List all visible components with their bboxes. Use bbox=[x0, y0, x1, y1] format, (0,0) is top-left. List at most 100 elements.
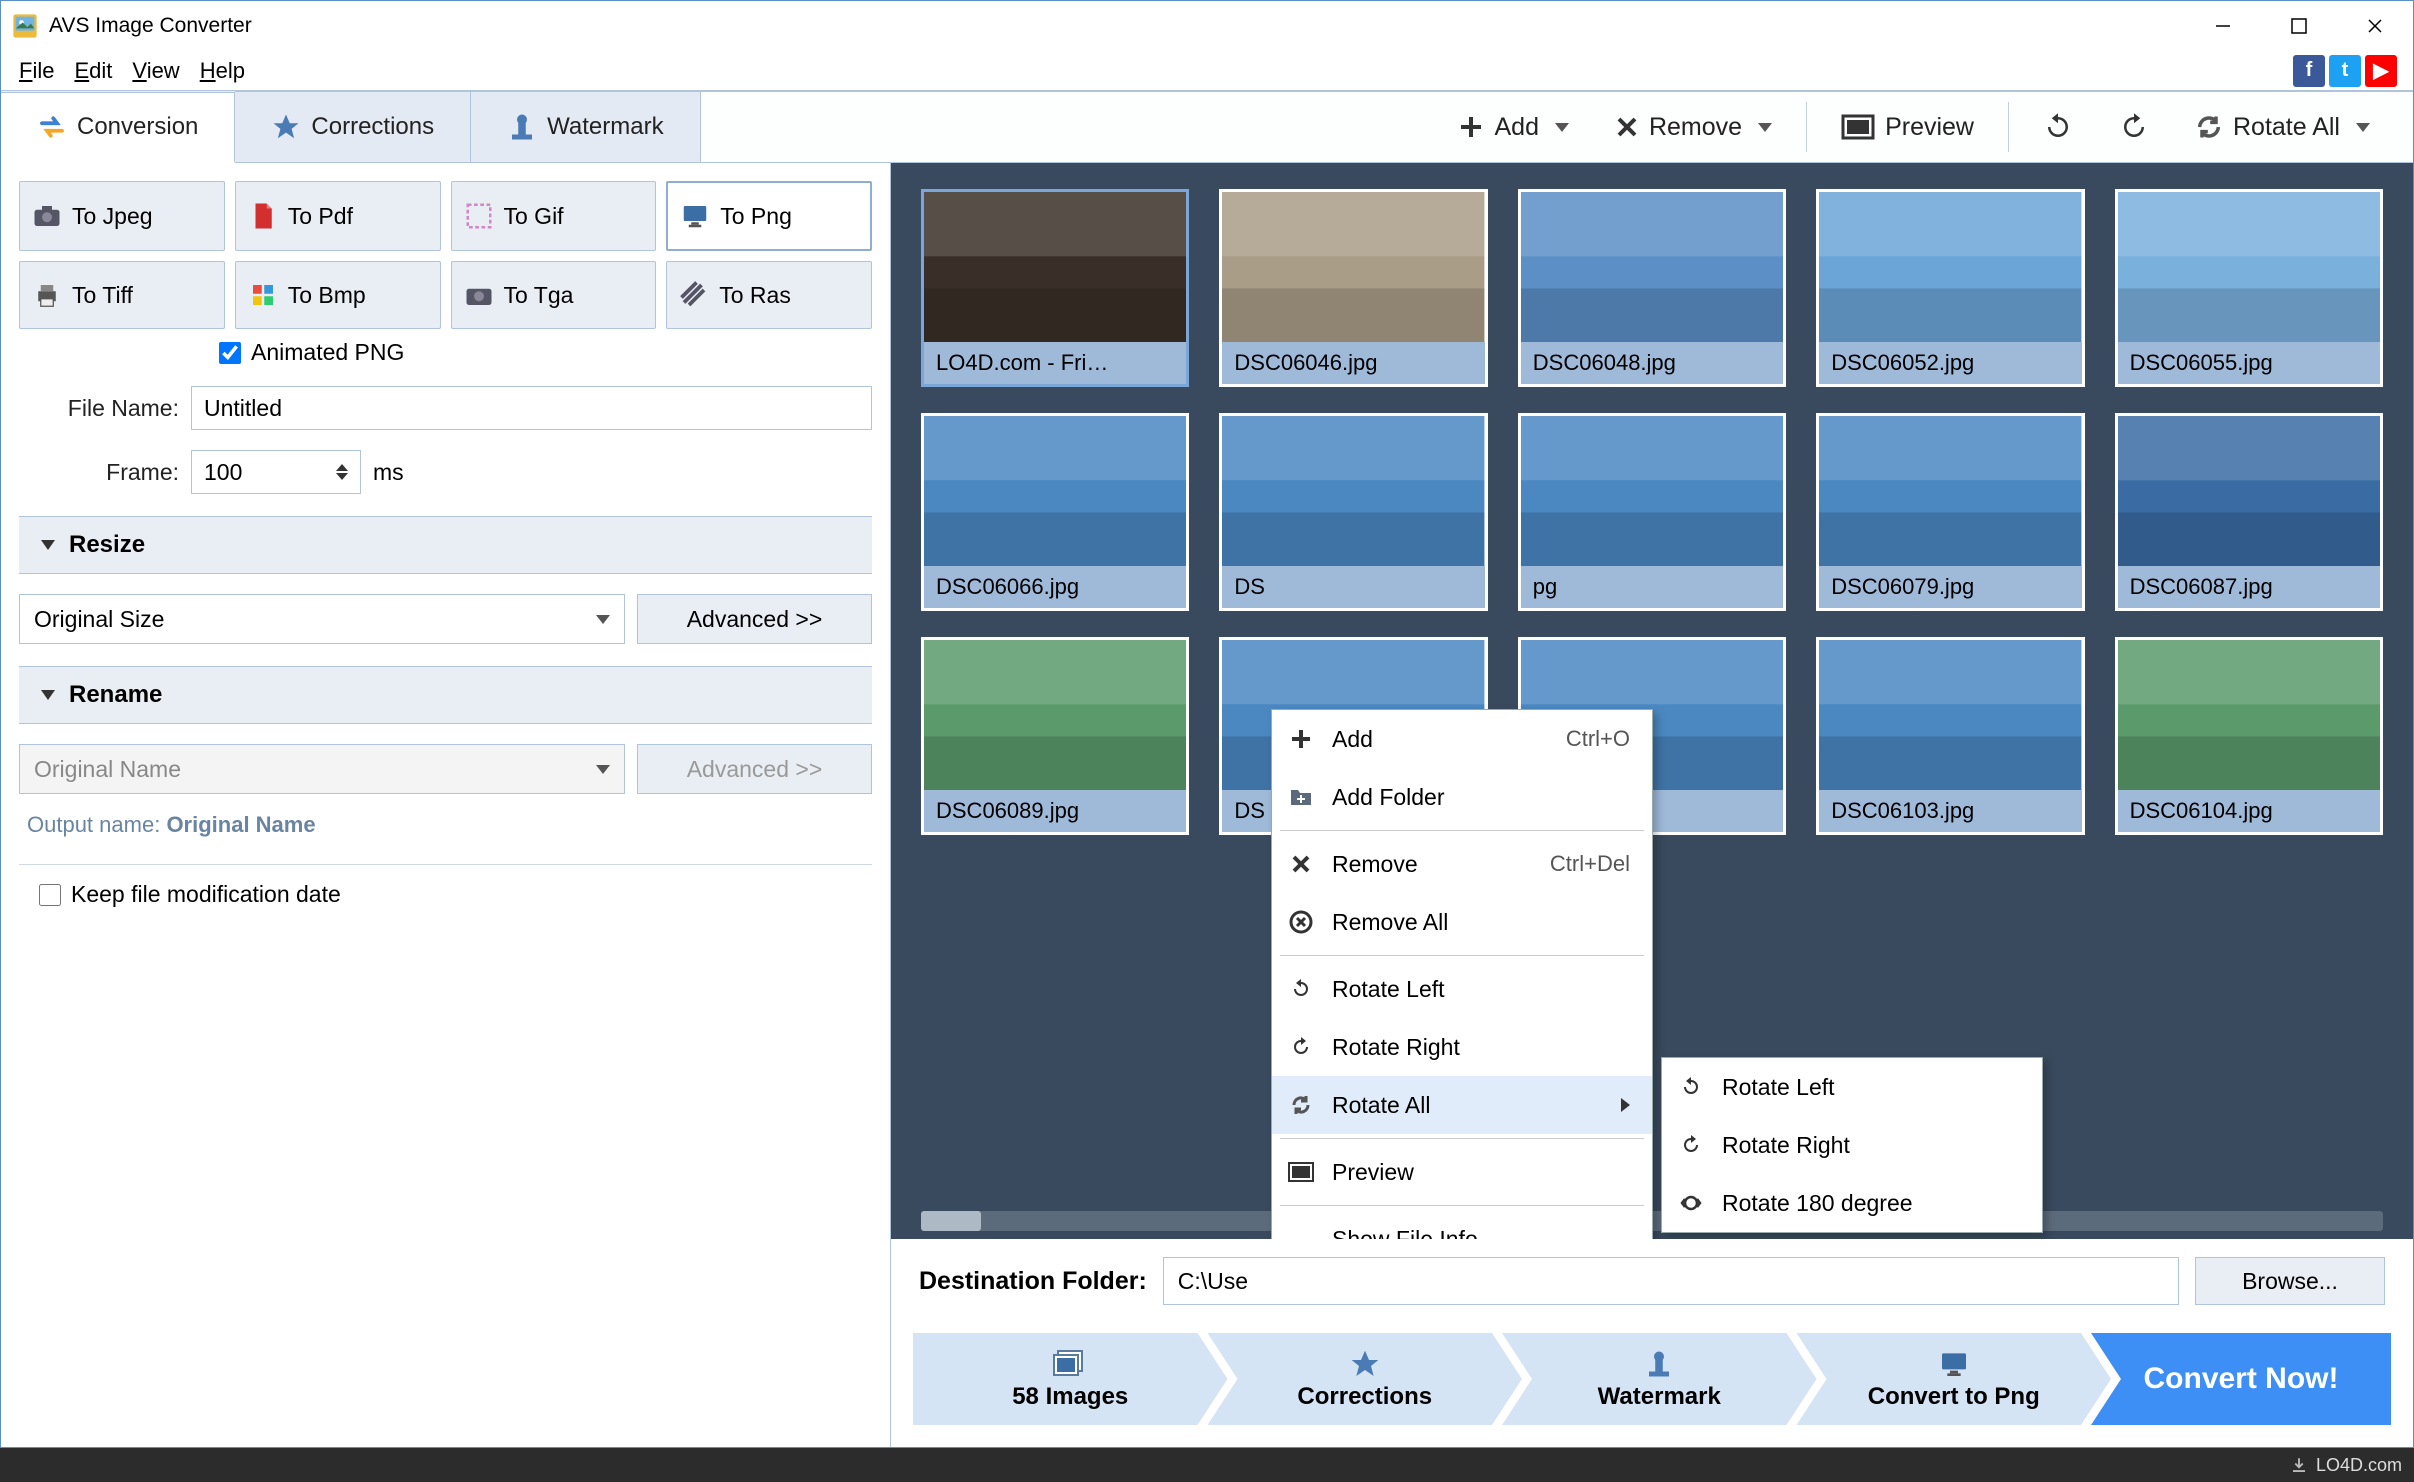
tab-corrections[interactable]: Corrections bbox=[235, 91, 471, 162]
thumbnail[interactable]: DSC06087.jpg bbox=[2115, 413, 2383, 611]
ctx-remove-all[interactable]: Remove All bbox=[1272, 893, 1652, 951]
stamp-icon bbox=[507, 112, 537, 142]
tab-label: Watermark bbox=[547, 113, 663, 141]
triangle-down-icon bbox=[41, 690, 55, 700]
thumbnail[interactable]: DSC06089.jpg bbox=[921, 637, 1189, 835]
rename-header[interactable]: Rename bbox=[19, 666, 872, 724]
spinner-icon[interactable] bbox=[336, 464, 348, 480]
thumbnail[interactable]: DSC06066.jpg bbox=[921, 413, 1189, 611]
filename-label: File Name: bbox=[19, 395, 179, 422]
format-jpeg-button[interactable]: To Jpeg bbox=[19, 181, 225, 251]
crumb-convert-to[interactable]: Convert to Png bbox=[1797, 1333, 2112, 1425]
destination-input[interactable] bbox=[1163, 1257, 2179, 1305]
sub-rotate-180[interactable]: Rotate 180 degree bbox=[1662, 1174, 2042, 1232]
format-pdf-button[interactable]: To Pdf bbox=[235, 181, 441, 251]
rotate-right-button[interactable] bbox=[2101, 104, 2167, 150]
thumb-image bbox=[924, 416, 1186, 566]
facebook-icon[interactable]: f bbox=[2293, 55, 2325, 87]
twitter-icon[interactable]: t bbox=[2329, 55, 2361, 87]
thumb-image bbox=[1819, 640, 2081, 790]
resize-advanced-button[interactable]: Advanced >> bbox=[637, 594, 872, 644]
sub-rotate-right[interactable]: Rotate Right bbox=[1662, 1116, 2042, 1174]
minimize-button[interactable] bbox=[2185, 4, 2261, 48]
format-png-button[interactable]: To Png bbox=[666, 181, 872, 251]
scrollbar-handle[interactable] bbox=[921, 1211, 981, 1231]
remove-button[interactable]: Remove bbox=[1597, 105, 1790, 150]
monitor-icon bbox=[680, 201, 710, 231]
frame-value: 100 bbox=[204, 459, 242, 486]
star-icon bbox=[1349, 1347, 1381, 1381]
animated-png-checkbox[interactable]: Animated PNG bbox=[219, 339, 872, 366]
youtube-icon[interactable]: ▶ bbox=[2365, 55, 2397, 87]
menu-help[interactable]: Help bbox=[190, 54, 255, 88]
menu-view[interactable]: View bbox=[122, 54, 189, 88]
thumbnail[interactable]: DS bbox=[1219, 413, 1487, 611]
destination-row: Destination Folder: Browse... bbox=[891, 1239, 2413, 1323]
separator bbox=[1280, 830, 1644, 831]
thumbnail[interactable]: LO4D.com - Fri… bbox=[921, 189, 1189, 387]
resize-select[interactable]: Original Size bbox=[19, 594, 625, 644]
thumbnail[interactable]: DSC06055.jpg bbox=[2115, 189, 2383, 387]
ctx-rotate-left[interactable]: Rotate Left bbox=[1272, 960, 1652, 1018]
format-gif-button[interactable]: To Gif bbox=[451, 181, 657, 251]
thumbnail[interactable]: DSC06046.jpg bbox=[1219, 189, 1487, 387]
format-ras-button[interactable]: To Ras bbox=[666, 261, 872, 329]
ctx-add-folder[interactable]: Add Folder bbox=[1272, 768, 1652, 826]
ctx-rotate-right[interactable]: Rotate Right bbox=[1272, 1018, 1652, 1076]
keep-date-checkbox[interactable]: Keep file modification date bbox=[39, 881, 872, 908]
ctx-add[interactable]: AddCtrl+O bbox=[1272, 710, 1652, 768]
ctx-preview[interactable]: Preview bbox=[1272, 1143, 1652, 1201]
output-name-label: Output name: Original Name bbox=[19, 812, 872, 838]
ctx-rotate-all[interactable]: Rotate All bbox=[1272, 1076, 1652, 1134]
format-label: To Ras bbox=[719, 282, 791, 309]
crumb-images[interactable]: 58 Images bbox=[913, 1333, 1228, 1425]
app-icon bbox=[11, 12, 39, 40]
ctx-remove[interactable]: RemoveCtrl+Del bbox=[1272, 835, 1652, 893]
tab-conversion[interactable]: Conversion bbox=[1, 92, 235, 163]
tabbar: Conversion Corrections Watermark Add Rem… bbox=[1, 91, 2413, 163]
checkbox-icon[interactable] bbox=[39, 884, 61, 906]
thumbnail[interactable]: pg bbox=[1518, 413, 1786, 611]
checkbox-icon[interactable] bbox=[219, 342, 241, 364]
frame-input[interactable]: 100 bbox=[191, 450, 361, 494]
thumb-caption: DSC06055.jpg bbox=[2118, 342, 2380, 384]
preview-button[interactable]: Preview bbox=[1823, 105, 1992, 150]
thumbnail[interactable]: DSC06079.jpg bbox=[1816, 413, 2084, 611]
thumbnail[interactable]: DSC06048.jpg bbox=[1518, 189, 1786, 387]
menu-file[interactable]: File bbox=[9, 54, 64, 88]
context-menu: AddCtrl+O Add Folder RemoveCtrl+Del Remo… bbox=[1271, 709, 1653, 1239]
format-tga-button[interactable]: To Tga bbox=[451, 261, 657, 329]
close-button[interactable] bbox=[2337, 4, 2413, 48]
thumb-image bbox=[924, 640, 1186, 790]
crumb-label: 58 Images bbox=[1012, 1383, 1128, 1411]
format-label: To Tiff bbox=[72, 282, 133, 309]
window-title: AVS Image Converter bbox=[49, 14, 2185, 38]
convert-now-button[interactable]: Convert Now! bbox=[2091, 1333, 2391, 1425]
thumbnail[interactable]: DSC06104.jpg bbox=[2115, 637, 2383, 835]
printer-icon bbox=[32, 280, 62, 310]
download-icon bbox=[2290, 1456, 2308, 1474]
thumb-caption: DSC06089.jpg bbox=[924, 790, 1186, 832]
thumb-image bbox=[1521, 416, 1783, 566]
thumbnail[interactable]: DSC06052.jpg bbox=[1816, 189, 2084, 387]
rotate-left-button[interactable] bbox=[2025, 104, 2091, 150]
rotate-all-button[interactable]: Rotate All bbox=[2177, 105, 2388, 150]
format-tiff-button[interactable]: To Tiff bbox=[19, 261, 225, 329]
triangle-down-icon bbox=[41, 540, 55, 550]
filename-input[interactable] bbox=[191, 386, 872, 430]
sub-rotate-left[interactable]: Rotate Left bbox=[1662, 1058, 2042, 1116]
tab-watermark[interactable]: Watermark bbox=[471, 91, 700, 162]
rename-select[interactable]: Original Name bbox=[19, 744, 625, 794]
thumb-caption: DSC06079.jpg bbox=[1819, 566, 2081, 608]
crumb-watermark[interactable]: Watermark bbox=[1502, 1333, 1817, 1425]
format-bmp-button[interactable]: To Bmp bbox=[235, 261, 441, 329]
add-button[interactable]: Add bbox=[1440, 105, 1586, 150]
chevron-down-icon bbox=[596, 615, 610, 624]
ctx-show-info[interactable]: Show File Info bbox=[1272, 1210, 1652, 1239]
browse-button[interactable]: Browse... bbox=[2195, 1257, 2385, 1305]
menu-edit[interactable]: Edit bbox=[64, 54, 122, 88]
resize-header[interactable]: Resize bbox=[19, 516, 872, 574]
maximize-button[interactable] bbox=[2261, 4, 2337, 48]
thumbnail[interactable]: DSC06103.jpg bbox=[1816, 637, 2084, 835]
crumb-corrections[interactable]: Corrections bbox=[1208, 1333, 1523, 1425]
